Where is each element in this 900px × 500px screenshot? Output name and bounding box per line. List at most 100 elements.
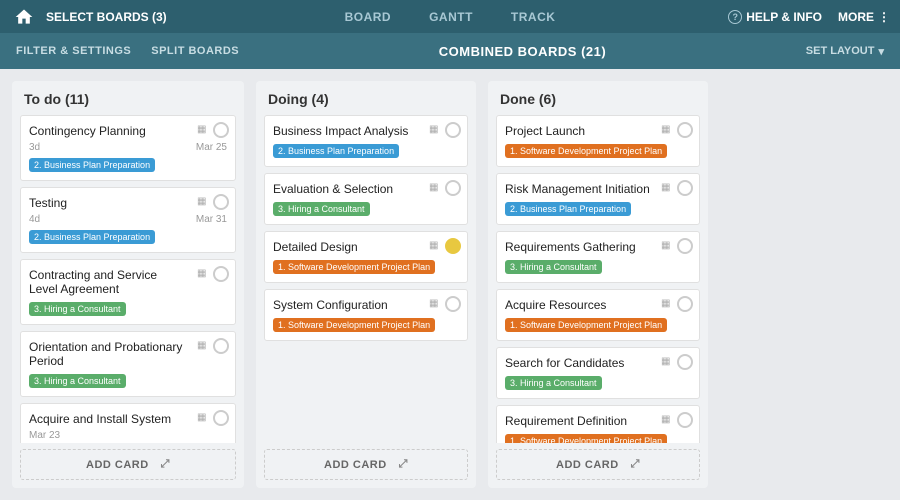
card-circle-icon[interactable]	[213, 338, 229, 354]
card-done-3[interactable]: ▦Acquire Resources1. Software Developmen…	[496, 289, 700, 341]
card-grid-icon: ▦	[197, 268, 209, 280]
add-card-label: ADD CARD	[86, 459, 149, 471]
card-icons: ▦	[429, 122, 461, 138]
card-done-0[interactable]: ▦Project Launch1. Software Development P…	[496, 115, 700, 167]
columns-area: To do (11)▦Contingency Planning3dMar 252…	[0, 69, 900, 500]
split-boards-button[interactable]: SPLIT BOARDS	[151, 45, 239, 57]
card-tag[interactable]: 3. Hiring a Consultant	[29, 374, 126, 388]
card-grid-icon: ▦	[197, 340, 209, 352]
card-circle-icon[interactable]	[677, 296, 693, 312]
card-circle-icon[interactable]	[677, 354, 693, 370]
card-doing-0[interactable]: ▦Business Impact Analysis2. Business Pla…	[264, 115, 468, 167]
add-card-button-todo[interactable]: ADD CARD ⤢	[20, 449, 236, 480]
combined-boards-label: COMBINED BOARDS (21)	[239, 44, 806, 59]
card-todo-0[interactable]: ▦Contingency Planning3dMar 252. Business…	[20, 115, 236, 181]
card-grid-icon: ▦	[429, 182, 441, 194]
card-duration: 4d	[29, 214, 40, 225]
column-doing: Doing (4)▦Business Impact Analysis2. Bus…	[256, 81, 476, 488]
card-icons: ▦	[661, 122, 693, 138]
add-card-button-done[interactable]: ADD CARD⤢	[496, 449, 700, 480]
card-circle-icon[interactable]	[677, 180, 693, 196]
card-tag[interactable]: 2. Business Plan Preparation	[505, 202, 631, 216]
card-icons: ▦	[197, 194, 229, 210]
card-circle-icon[interactable]	[677, 412, 693, 428]
track-link[interactable]: TRACK	[507, 8, 560, 26]
chevron-down-icon: ▾	[878, 45, 884, 58]
gantt-link[interactable]: GANTT	[425, 8, 477, 26]
card-icons: ▦	[661, 238, 693, 254]
card-circle-icon[interactable]	[213, 122, 229, 138]
card-grid-icon: ▦	[429, 240, 441, 252]
card-grid-icon: ▦	[661, 124, 673, 136]
column-header-doing: Doing (4)	[256, 81, 476, 115]
question-icon: ?	[728, 10, 742, 24]
card-circle-icon[interactable]	[445, 296, 461, 312]
card-date: Mar 31	[196, 214, 227, 225]
card-tag[interactable]: 1. Software Development Project Plan	[273, 318, 435, 332]
card-circle-icon[interactable]	[445, 180, 461, 196]
column-cards-doing: ▦Business Impact Analysis2. Business Pla…	[256, 115, 476, 443]
select-boards-button[interactable]: SELECT BOARDS (3)	[46, 10, 167, 24]
card-icons: ▦	[197, 266, 229, 282]
card-grid-icon: ▦	[661, 298, 673, 310]
card-tag[interactable]: 3. Hiring a Consultant	[29, 302, 126, 316]
card-circle-icon[interactable]	[677, 122, 693, 138]
card-icons: ▦	[197, 122, 229, 138]
card-circle-icon[interactable]	[677, 238, 693, 254]
card-todo-4[interactable]: ▦Acquire and Install SystemMar 231. Soft…	[20, 403, 236, 443]
help-info-button[interactable]: ? HELP & INFO	[728, 10, 822, 24]
card-circle-icon[interactable]	[213, 194, 229, 210]
card-meta: 3dMar 25	[29, 142, 227, 153]
more-dots-icon: ⋮	[878, 10, 890, 24]
card-done-5[interactable]: ▦Requirement Definition1. Software Devel…	[496, 405, 700, 443]
card-tag[interactable]: 2. Business Plan Preparation	[273, 144, 399, 158]
card-tag[interactable]: 1. Software Development Project Plan	[505, 318, 667, 332]
card-icons: ▦	[429, 296, 461, 312]
card-grid-icon: ▦	[661, 240, 673, 252]
top-nav: SELECT BOARDS (3) BOARD GANTT TRACK ? HE…	[0, 0, 900, 33]
card-circle-icon[interactable]	[445, 122, 461, 138]
card-tag[interactable]: 1. Software Development Project Plan	[505, 144, 667, 158]
card-tag[interactable]: 2. Business Plan Preparation	[29, 158, 155, 172]
card-done-2[interactable]: ▦Requirements Gathering3. Hiring a Consu…	[496, 231, 700, 283]
card-tag[interactable]: 1. Software Development Project Plan	[273, 260, 435, 274]
external-link-icon: ⤢	[161, 458, 170, 471]
card-grid-icon: ▦	[661, 182, 673, 194]
card-doing-1[interactable]: ▦Evaluation & Selection3. Hiring a Consu…	[264, 173, 468, 225]
card-icons: ▦	[429, 238, 461, 254]
column-done: Done (6)▦Project Launch1. Software Devel…	[488, 81, 708, 488]
card-tag[interactable]: 3. Hiring a Consultant	[505, 260, 602, 274]
board-link[interactable]: BOARD	[341, 8, 396, 26]
toolbar-left: FILTER & SETTINGS SPLIT BOARDS	[16, 45, 239, 57]
card-todo-3[interactable]: ▦Orientation and Probationary Period3. H…	[20, 331, 236, 397]
filter-settings-button[interactable]: FILTER & SETTINGS	[16, 45, 131, 57]
card-tag[interactable]: 1. Software Development Project Plan	[505, 434, 667, 443]
card-circle-icon[interactable]	[445, 238, 461, 254]
card-grid-icon: ▦	[661, 356, 673, 368]
card-done-1[interactable]: ▦Risk Management Initiation2. Business P…	[496, 173, 700, 225]
card-tag[interactable]: 3. Hiring a Consultant	[273, 202, 370, 216]
card-todo-1[interactable]: ▦Testing4dMar 312. Business Plan Prepara…	[20, 187, 236, 253]
card-doing-2[interactable]: ▦Detailed Design1. Software Development …	[264, 231, 468, 283]
add-card-label: ADD CARD	[324, 459, 387, 471]
more-button[interactable]: MORE ⋮	[838, 10, 890, 24]
card-icons: ▦	[661, 180, 693, 196]
card-tag[interactable]: 2. Business Plan Preparation	[29, 230, 155, 244]
external-link-icon: ⤢	[399, 458, 408, 471]
card-grid-icon: ▦	[197, 196, 209, 208]
card-icons: ▦	[661, 296, 693, 312]
card-grid-icon: ▦	[429, 298, 441, 310]
external-link-icon: ⤢	[631, 458, 640, 471]
card-todo-2[interactable]: ▦Contracting and Service Level Agreement…	[20, 259, 236, 325]
card-circle-icon[interactable]	[213, 410, 229, 426]
toolbar: FILTER & SETTINGS SPLIT BOARDS COMBINED …	[0, 33, 900, 69]
add-card-button-doing[interactable]: ADD CARD ⤢	[264, 449, 468, 480]
nav-center: BOARD GANTT TRACK	[341, 8, 560, 26]
card-doing-3[interactable]: ▦System Configuration1. Software Develop…	[264, 289, 468, 341]
card-grid-icon: ▦	[197, 412, 209, 424]
card-tag[interactable]: 3. Hiring a Consultant	[505, 376, 602, 390]
set-layout-button[interactable]: SET LAYOUT ▾	[806, 45, 884, 58]
card-circle-icon[interactable]	[213, 266, 229, 282]
card-done-4[interactable]: ▦Search for Candidates3. Hiring a Consul…	[496, 347, 700, 399]
home-icon[interactable]	[10, 3, 38, 31]
